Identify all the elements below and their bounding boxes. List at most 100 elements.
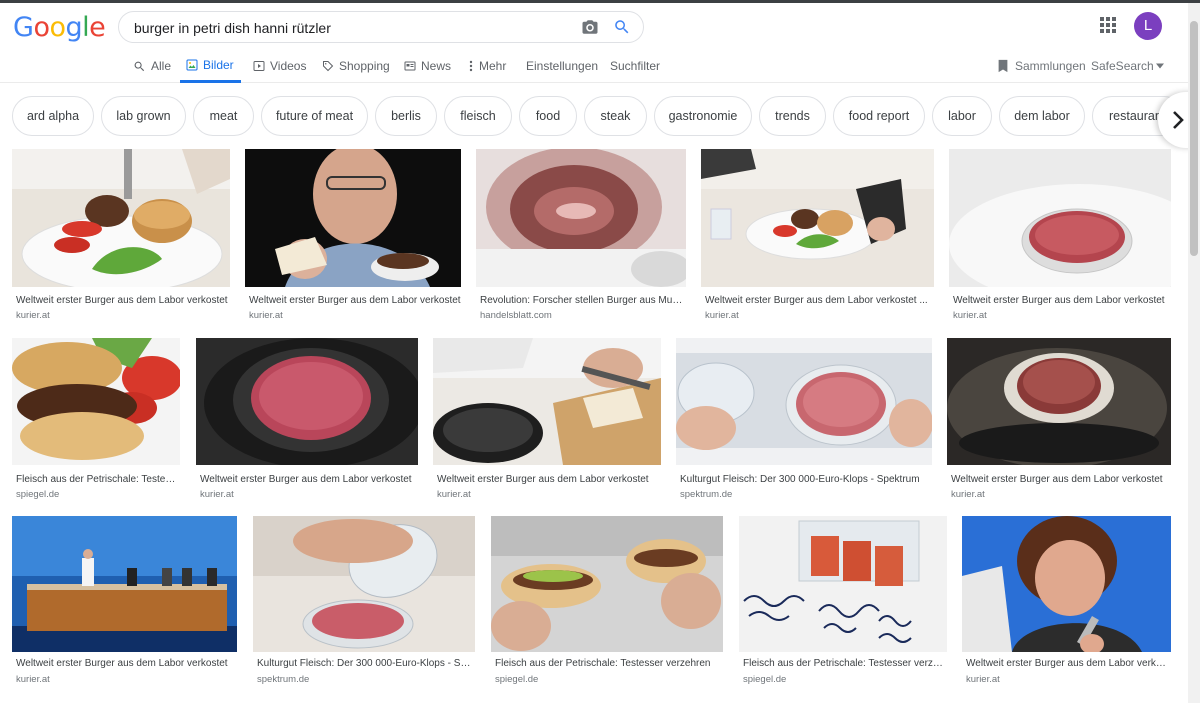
bookmark-icon xyxy=(998,59,1008,73)
chip[interactable]: dem labor xyxy=(999,96,1085,136)
result-source[interactable]: kurier.at xyxy=(953,310,987,321)
result-thumbnail[interactable] xyxy=(962,516,1171,652)
chip[interactable]: trends xyxy=(759,96,826,136)
collections-link[interactable]: Sammlungen xyxy=(997,49,1086,83)
tab-shopping[interactable]: Shopping xyxy=(322,49,390,83)
chip[interactable]: food xyxy=(519,96,577,136)
image-result[interactable]: Fleisch aus der Petrischale: Testesser v… xyxy=(491,516,723,691)
tab-label: Mehr xyxy=(479,59,507,73)
result-caption[interactable]: Weltweit erster Burger aus dem Labor ver… xyxy=(16,295,230,306)
result-thumbnail[interactable] xyxy=(433,338,661,465)
result-thumbnail[interactable] xyxy=(701,149,934,287)
tab-settings[interactable]: Einstellungen xyxy=(526,49,598,83)
tab-more[interactable]: Mehr xyxy=(468,49,506,83)
tab-videos[interactable]: Videos xyxy=(253,49,306,83)
result-source[interactable]: kurier.at xyxy=(437,489,471,500)
search-input[interactable]: burger in petri dish hanni rützler xyxy=(134,20,331,36)
chip[interactable]: lab grown xyxy=(101,96,186,136)
result-thumbnail[interactable] xyxy=(949,149,1171,287)
result-thumbnail[interactable] xyxy=(676,338,932,465)
result-thumbnail[interactable] xyxy=(12,516,237,652)
image-result[interactable]: Weltweit erster Burger aus dem Labor ver… xyxy=(962,516,1171,691)
chip[interactable]: meat xyxy=(193,96,254,136)
result-source[interactable]: kurier.at xyxy=(16,674,50,685)
google-logo[interactable]: Google xyxy=(13,12,106,43)
result-source[interactable]: kurier.at xyxy=(966,674,1000,685)
result-source[interactable]: spektrum.de xyxy=(257,674,309,685)
result-caption[interactable]: Weltweit erster Burger aus dem Labor ver… xyxy=(437,474,661,485)
logo-letter: o xyxy=(33,12,50,43)
chip[interactable]: future of meat xyxy=(261,96,368,136)
result-caption[interactable]: Weltweit erster Burger aus dem Labor ver… xyxy=(966,658,1171,669)
image-result[interactable]: Weltweit erster Burger aus dem Labor ver… xyxy=(196,338,418,503)
result-source[interactable]: kurier.at xyxy=(16,310,50,321)
image-result[interactable]: Weltweit erster Burger aus dem Labor ver… xyxy=(947,338,1171,503)
result-source[interactable]: kurier.at xyxy=(249,310,283,321)
image-result[interactable]: Kulturgut Fleisch: Der 300 000-Euro-Klop… xyxy=(253,516,475,691)
result-thumbnail[interactable] xyxy=(739,516,947,652)
image-result[interactable]: Fleisch aus der Petrischale: Testesser v… xyxy=(739,516,947,691)
result-source[interactable]: spiegel.de xyxy=(16,489,59,500)
image-result[interactable]: Weltweit erster Burger aus dem Labor ver… xyxy=(433,338,661,503)
result-source[interactable]: handelsblatt.com xyxy=(480,310,552,321)
image-result[interactable]: Weltweit erster Burger aus dem Labor ver… xyxy=(12,149,230,324)
tab-all[interactable]: Alle xyxy=(133,49,171,83)
safesearch-menu[interactable]: SafeSearch xyxy=(1091,49,1164,83)
chip[interactable]: labor xyxy=(932,96,992,136)
result-caption[interactable]: Weltweit erster Burger aus dem Labor ver… xyxy=(951,474,1171,485)
image-icon xyxy=(186,59,198,70)
image-result[interactable]: Weltweit erster Burger aus dem Labor ver… xyxy=(245,149,461,324)
result-source[interactable]: spektrum.de xyxy=(680,489,732,500)
search-tabs: Alle Bilder Videos Shopping News Mehr Ei… xyxy=(0,49,1188,83)
chip[interactable]: food report xyxy=(833,96,925,136)
result-thumbnail[interactable] xyxy=(196,338,418,465)
apps-grid-icon[interactable] xyxy=(1100,17,1116,33)
result-caption[interactable]: Fleisch aus der Petrischale: Testesser v… xyxy=(743,658,947,669)
camera-icon[interactable] xyxy=(581,18,599,36)
result-caption[interactable]: Weltweit erster Burger aus dem Labor ver… xyxy=(953,295,1171,306)
result-caption[interactable]: Weltweit erster Burger aus dem Labor ver… xyxy=(16,658,237,669)
search-box[interactable]: burger in petri dish hanni rützler xyxy=(118,11,644,43)
result-caption[interactable]: Revolution: Forscher stellen Burger aus … xyxy=(480,295,686,306)
result-source[interactable]: kurier.at xyxy=(200,489,234,500)
collections-label: Sammlungen xyxy=(1015,59,1086,73)
logo-letter: o xyxy=(49,12,66,43)
logo-letter: G xyxy=(13,12,34,43)
result-source[interactable]: kurier.at xyxy=(705,310,739,321)
result-thumbnail[interactable] xyxy=(253,516,475,652)
result-caption[interactable]: Kulturgut Fleisch: Der 300 000-Euro-Klop… xyxy=(257,658,475,669)
chip[interactable]: berlis xyxy=(375,96,437,136)
page-scrollbar[interactable] xyxy=(1188,3,1200,703)
image-result[interactable]: Kulturgut Fleisch: Der 300 000-Euro-Klop… xyxy=(676,338,932,503)
chip[interactable]: ard alpha xyxy=(12,96,94,136)
search-icon[interactable] xyxy=(613,18,631,36)
result-thumbnail[interactable] xyxy=(476,149,686,287)
image-result[interactable]: Revolution: Forscher stellen Burger aus … xyxy=(476,149,686,324)
result-thumbnail[interactable] xyxy=(245,149,461,287)
account-avatar[interactable]: L xyxy=(1134,12,1162,40)
image-result[interactable]: Fleisch aus der Petrischale: Testesser s… xyxy=(12,338,180,503)
tab-images[interactable]: Bilder xyxy=(180,49,241,83)
result-thumbnail[interactable] xyxy=(12,338,180,465)
result-caption[interactable]: Fleisch aus der Petrischale: Testesser xyxy=(16,474,180,485)
result-thumbnail[interactable] xyxy=(947,338,1171,465)
result-source[interactable]: spiegel.de xyxy=(743,674,786,685)
result-source[interactable]: spiegel.de xyxy=(495,674,538,685)
result-caption[interactable]: Weltweit erster Burger aus dem Labor ver… xyxy=(249,295,461,306)
tab-news[interactable]: News xyxy=(404,49,451,83)
result-caption[interactable]: Weltweit erster Burger aus dem Labor ver… xyxy=(705,295,934,306)
image-result[interactable]: Weltweit erster Burger aus dem Labor ver… xyxy=(12,516,237,691)
result-caption[interactable]: Kulturgut Fleisch: Der 300 000-Euro-Klop… xyxy=(680,474,926,485)
result-caption[interactable]: Fleisch aus der Petrischale: Testesser v… xyxy=(495,658,723,669)
chip[interactable]: fleisch xyxy=(444,96,512,136)
image-result[interactable]: Weltweit erster Burger aus dem Labor ver… xyxy=(949,149,1171,324)
scrollbar-thumb[interactable] xyxy=(1190,21,1198,256)
result-thumbnail[interactable] xyxy=(12,149,230,287)
chip[interactable]: steak xyxy=(584,96,647,136)
result-source[interactable]: kurier.at xyxy=(951,489,985,500)
result-thumbnail[interactable] xyxy=(491,516,723,652)
tab-tools[interactable]: Suchfilter xyxy=(610,49,660,83)
chip[interactable]: gastronomie xyxy=(654,96,752,136)
result-caption[interactable]: Weltweit erster Burger aus dem Labor ver… xyxy=(200,474,418,485)
image-result[interactable]: Weltweit erster Burger aus dem Labor ver… xyxy=(701,149,934,324)
